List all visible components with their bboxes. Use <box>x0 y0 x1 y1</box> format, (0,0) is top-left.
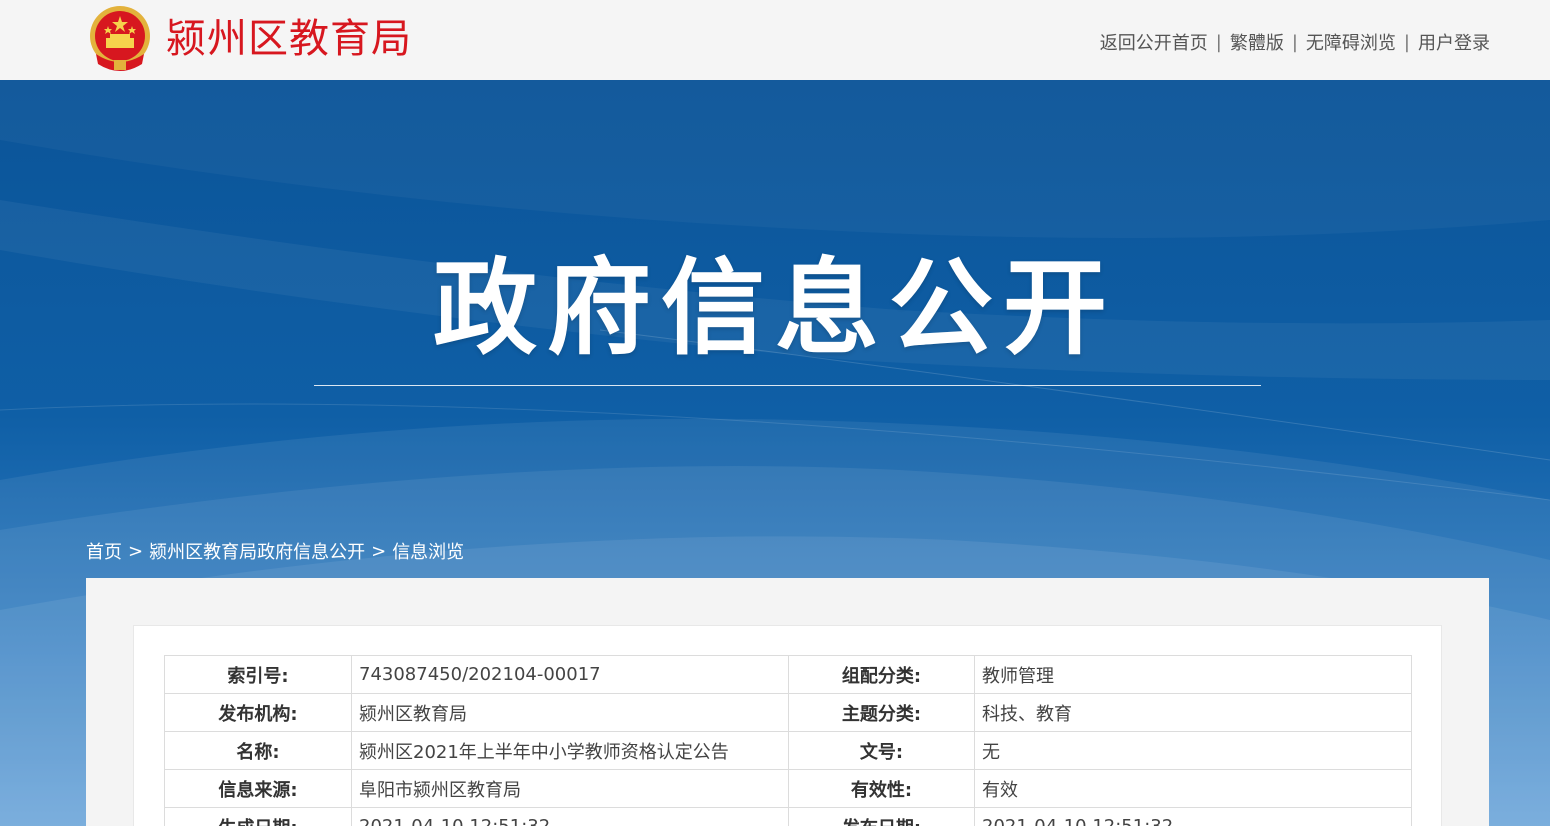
breadcrumb-home[interactable]: 首页 <box>86 538 122 564</box>
table-row: 信息来源: 阜阳市颍州区教育局 有效性: 有效 <box>164 769 1412 808</box>
national-emblem-icon[interactable] <box>86 4 154 76</box>
traditional-chinese-link[interactable]: 繁體版 <box>1230 29 1284 55</box>
publish-date-label: 发布日期: <box>788 807 975 826</box>
publisher-value: 颍州区教育局 <box>351 693 789 732</box>
link-separator: | <box>1403 31 1410 53</box>
topic-label: 主题分类: <box>788 693 975 732</box>
back-to-portal-link[interactable]: 返回公开首页 <box>1100 29 1208 55</box>
breadcrumb-separator: > <box>128 540 144 562</box>
publisher-label: 发布机构: <box>164 693 352 732</box>
source-value: 阜阳市颍州区教育局 <box>351 769 789 808</box>
validity-value: 有效 <box>974 769 1412 808</box>
doc-number-value: 无 <box>974 731 1412 770</box>
site-name[interactable]: 颍州区教育局 <box>166 12 412 66</box>
document-metadata-table: 索引号: 743087450/202104-00017 组配分类: 教师管理 发… <box>164 655 1412 826</box>
validity-label: 有效性: <box>788 769 975 808</box>
title-label: 名称: <box>164 731 352 770</box>
top-links: 返回公开首页 | 繁體版 | 无障碍浏览 | 用户登录 <box>1100 28 1490 56</box>
breadcrumb-gov-info[interactable]: 颍州区教育局政府信息公开 <box>149 538 365 564</box>
link-separator: | <box>1215 31 1222 53</box>
link-separator: | <box>1291 31 1298 53</box>
accessibility-link[interactable]: 无障碍浏览 <box>1306 29 1396 55</box>
doc-number-label: 文号: <box>788 731 975 770</box>
banner-title: 政府信息公开 <box>432 247 1117 369</box>
table-row: 生成日期: 2021-04-10 12:51:32 发布日期: 2021-04-… <box>164 807 1412 826</box>
category-label: 组配分类: <box>788 655 975 694</box>
site-header: 颍州区教育局 返回公开首页 | 繁體版 | 无障碍浏览 | 用户登录 <box>0 0 1550 80</box>
publish-date-value: 2021-04-10 12:51:32 <box>974 807 1412 826</box>
index-number-label: 索引号: <box>164 655 352 694</box>
source-label: 信息来源: <box>164 769 352 808</box>
created-date-value: 2021-04-10 12:51:32 <box>351 807 789 826</box>
category-value: 教师管理 <box>974 655 1412 694</box>
title-value: 颍州区2021年上半年中小学教师资格认定公告 <box>351 731 789 770</box>
breadcrumb-separator: > <box>371 540 387 562</box>
user-login-link[interactable]: 用户登录 <box>1418 29 1490 55</box>
created-date-label: 生成日期: <box>164 807 352 826</box>
table-row: 名称: 颍州区2021年上半年中小学教师资格认定公告 文号: 无 <box>164 731 1412 770</box>
topic-value: 科技、教育 <box>974 693 1412 732</box>
breadcrumb-info-browse[interactable]: 信息浏览 <box>392 538 464 564</box>
breadcrumb: 首页 > 颍州区教育局政府信息公开 > 信息浏览 <box>86 538 464 564</box>
table-row: 发布机构: 颍州区教育局 主题分类: 科技、教育 <box>164 693 1412 732</box>
table-row: 索引号: 743087450/202104-00017 组配分类: 教师管理 <box>164 655 1412 694</box>
banner-divider <box>314 385 1261 386</box>
index-number-value: 743087450/202104-00017 <box>351 655 789 694</box>
